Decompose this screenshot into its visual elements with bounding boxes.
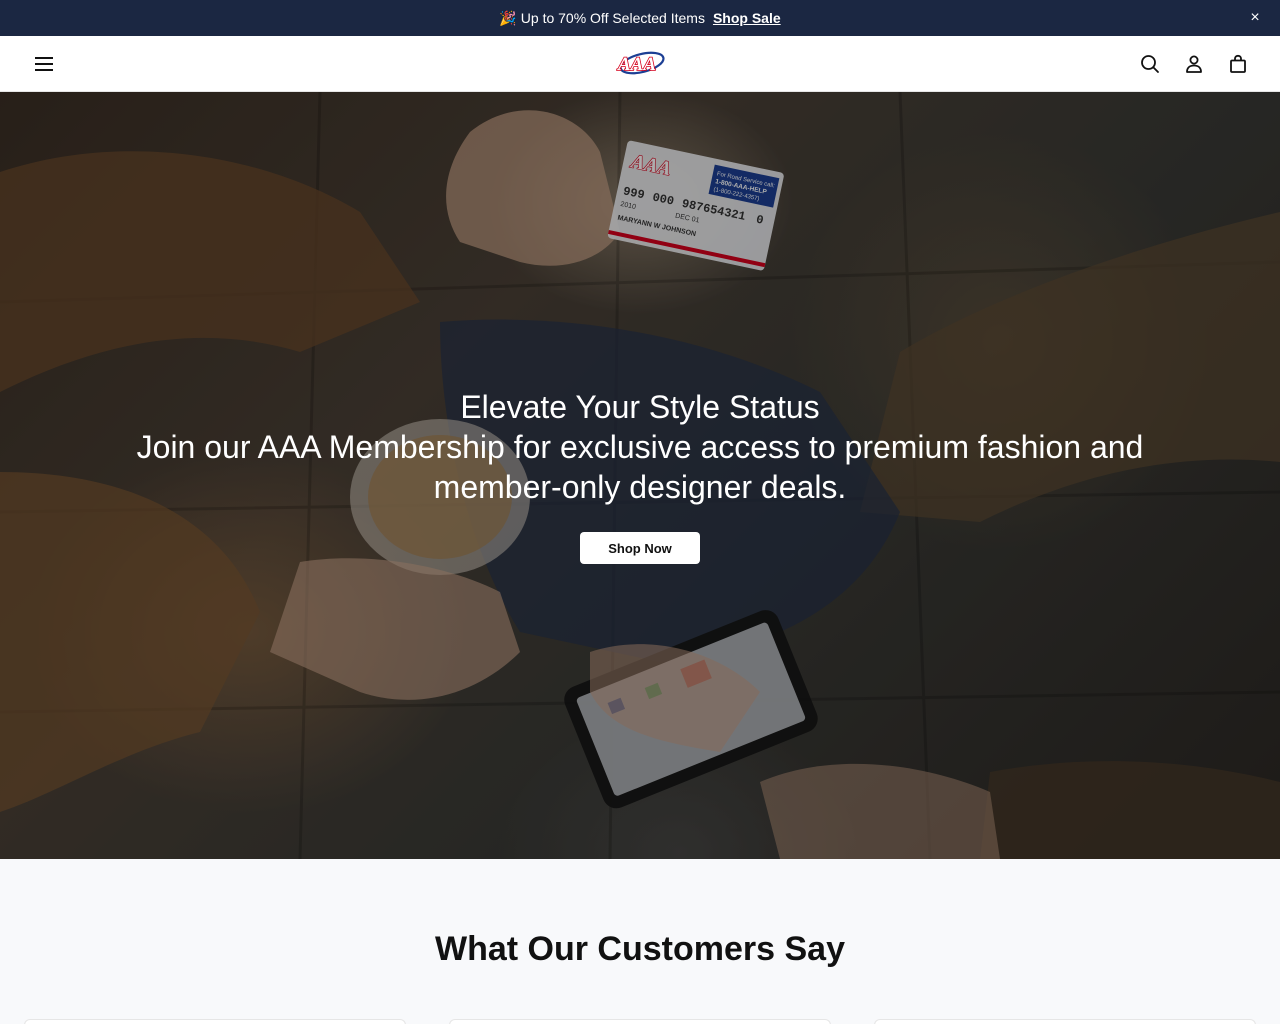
search-icon[interactable] bbox=[1138, 52, 1162, 76]
announcement-bar: 🎉 Up to 70% Off Selected Items Shop Sale… bbox=[0, 0, 1280, 36]
announcement-text: Up to 70% Off Selected Items bbox=[520, 10, 705, 26]
party-popper-icon: 🎉 bbox=[499, 9, 517, 26]
hamburger-menu-icon[interactable] bbox=[32, 53, 56, 75]
shopping-bag-icon[interactable] bbox=[1226, 52, 1250, 76]
hero-banner: AAA For Road Service call: 1-800-AAA-HEL… bbox=[0, 92, 1280, 859]
testimonials-heading: What Our Customers Say bbox=[435, 930, 845, 968]
account-icon[interactable] bbox=[1182, 52, 1206, 76]
shop-now-button[interactable]: Shop Now bbox=[580, 532, 700, 564]
testimonials-section: What Our Customers Say bbox=[0, 859, 1280, 1024]
site-header: AAA bbox=[0, 36, 1280, 92]
testimonial-card bbox=[449, 1019, 831, 1024]
testimonial-card bbox=[24, 1019, 406, 1024]
shop-sale-link[interactable]: Shop Sale bbox=[713, 10, 781, 26]
hero-subtitle: Join our AAA Membership for exclusive ac… bbox=[136, 429, 1144, 505]
close-icon[interactable]: × bbox=[1246, 9, 1264, 27]
hero-title: Elevate Your Style Status bbox=[460, 389, 820, 425]
testimonial-card bbox=[874, 1019, 1256, 1024]
svg-text:AAA: AAA bbox=[617, 54, 656, 75]
aaa-logo[interactable]: AAA bbox=[614, 46, 666, 80]
